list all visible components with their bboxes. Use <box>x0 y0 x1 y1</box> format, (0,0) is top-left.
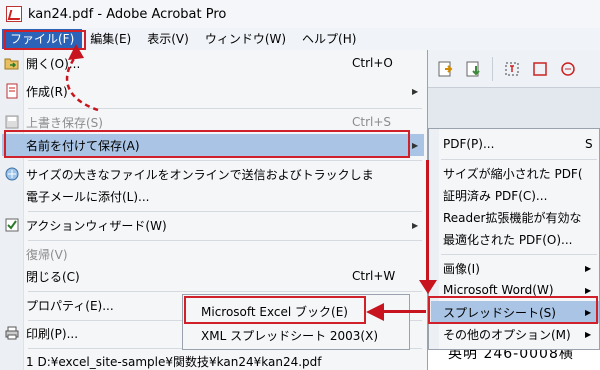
submenu-arrow-icon: ▶ <box>412 220 419 230</box>
menu-item-label: 名前を付けて保存(A) <box>26 138 140 153</box>
submenu-item-label: XML スプレッドシート 2003(X) <box>201 328 379 343</box>
menu-separator <box>28 291 422 292</box>
pdf-file-icon <box>6 6 22 22</box>
submenu-item-label: 証明済み PDF(C)... <box>443 188 548 203</box>
menu-separator <box>28 240 422 241</box>
submenu-item-xml-spreadsheet[interactable]: XML スプレッドシート 2003(X) <box>185 324 407 346</box>
submenu-item-word[interactable]: Microsoft Word(W) ▶ <box>431 279 599 301</box>
arrow-down-icon <box>419 280 437 294</box>
menu-item-label: 上書き保存(S) <box>26 115 103 130</box>
submenu-item-label: Microsoft Word(W) <box>443 283 554 297</box>
window-title: kan24.pdf - Adobe Acrobat Pro <box>28 6 227 22</box>
arrow-left-line <box>382 310 426 313</box>
save-as-submenu: PDF(P)... S サイズが縮小された PDF( 証明済み PDF(C)..… <box>428 128 600 350</box>
menu-separator <box>441 159 597 160</box>
menu-item-label: 1 D:¥excel_site-sample¥関数技¥kan24¥kan24.p… <box>26 354 322 369</box>
menu-item-label: アクションウィザード(W) <box>26 218 167 233</box>
menu-item-label: サイズの大きなファイルをオンラインで送信およびトラックしま <box>26 167 374 182</box>
submenu-item-certified-pdf[interactable]: 証明済み PDF(C)... <box>431 184 599 206</box>
submenu-item-pdf[interactable]: PDF(P)... S <box>431 133 599 155</box>
menu-item-recent-file[interactable]: 1 D:¥excel_site-sample¥関数技¥kan24¥kan24.p… <box>2 350 424 370</box>
menu-item-close[interactable]: 閉じる(C) Ctrl+W <box>2 265 424 287</box>
menu-view[interactable]: 表示(V) <box>139 29 197 49</box>
create-pdf-icon <box>2 81 22 101</box>
submenu-item-reduced-pdf[interactable]: サイズが縮小された PDF( <box>431 162 599 184</box>
menu-item-email-attach[interactable]: 電子メールに添付(L)... <box>2 185 424 207</box>
submenu-item-reader-extended[interactable]: Reader拡張機能が有効な <box>431 206 599 228</box>
arrow-down-line <box>426 160 429 282</box>
submenu-arrow-icon: ▶ <box>412 86 419 96</box>
rectangle-icon[interactable] <box>529 58 551 80</box>
ellipse-icon[interactable] <box>557 58 579 80</box>
menu-item-action-wizard[interactable]: アクションウィザード(W) ▶ <box>2 214 424 236</box>
submenu-item-label: スプレッドシート(S) <box>443 305 556 320</box>
text-field-icon[interactable] <box>501 58 523 80</box>
menu-item-label: 復帰(V) <box>26 247 68 262</box>
submenu-arrow-icon: ▶ <box>412 140 419 150</box>
toolbar <box>428 50 600 88</box>
page-export-icon[interactable] <box>434 58 456 80</box>
title-bar: kan24.pdf - Adobe Acrobat Pro <box>0 0 600 28</box>
menu-help[interactable]: ヘルプ(H) <box>294 29 364 49</box>
menu-item-label: 電子メールに添付(L)... <box>26 189 150 204</box>
submenu-arrow-icon: ▶ <box>585 307 592 317</box>
open-folder-icon <box>2 53 22 73</box>
submenu-item-optimized-pdf[interactable]: 最適化された PDF(O)... <box>431 228 599 250</box>
submenu-item-label: 画像(I) <box>443 261 480 276</box>
submenu-item-spreadsheet[interactable]: スプレッドシート(S) ▶ <box>431 301 599 323</box>
truncated-text: S <box>585 137 593 151</box>
menu-item-save-as[interactable]: 名前を付けて保存(A) ▶ <box>2 134 424 156</box>
submenu-arrow-icon: ▶ <box>585 263 592 273</box>
submenu-item-more-options[interactable]: その他のオプション(M) ▶ <box>431 323 599 345</box>
menu-item-send-large-file[interactable]: サイズの大きなファイルをオンラインで送信およびトラックしま <box>2 163 424 185</box>
submenu-item-label: PDF(P)... <box>443 137 495 151</box>
send-track-icon <box>2 164 22 184</box>
arrow-left-icon <box>366 303 384 321</box>
menu-separator <box>28 160 422 161</box>
submenu-item-label: 最適化された PDF(O)... <box>443 232 573 247</box>
menu-separator <box>441 254 597 255</box>
shortcut-text: Ctrl+O <box>352 56 393 70</box>
menu-separator <box>28 211 422 212</box>
menu-item-label: 閉じる(C) <box>26 269 80 284</box>
shortcut-text: Ctrl+S <box>352 115 392 129</box>
curved-arrow-icon <box>65 44 99 112</box>
submenu-arrow-icon: ▶ <box>585 285 592 295</box>
action-wizard-icon <box>2 215 22 235</box>
submenu-item-label: Reader拡張機能が有効な <box>443 210 582 225</box>
submenu-item-image[interactable]: 画像(I) ▶ <box>431 257 599 279</box>
submenu-item-label: その他のオプション(M) <box>443 327 571 342</box>
menu-item-revert[interactable]: 復帰(V) <box>2 243 424 265</box>
page-insert-icon[interactable] <box>462 58 484 80</box>
printer-icon <box>2 323 22 343</box>
submenu-arrow-icon: ▶ <box>585 329 592 339</box>
shortcut-text: Ctrl+W <box>352 269 396 283</box>
menu-window[interactable]: ウィンドウ(W) <box>197 29 294 49</box>
toolbar-separator <box>492 56 493 81</box>
submenu-item-label: Microsoft Excel ブック(E) <box>201 304 348 319</box>
save-disk-icon <box>2 112 22 132</box>
submenu-item-label: サイズが縮小された PDF( <box>443 166 583 181</box>
